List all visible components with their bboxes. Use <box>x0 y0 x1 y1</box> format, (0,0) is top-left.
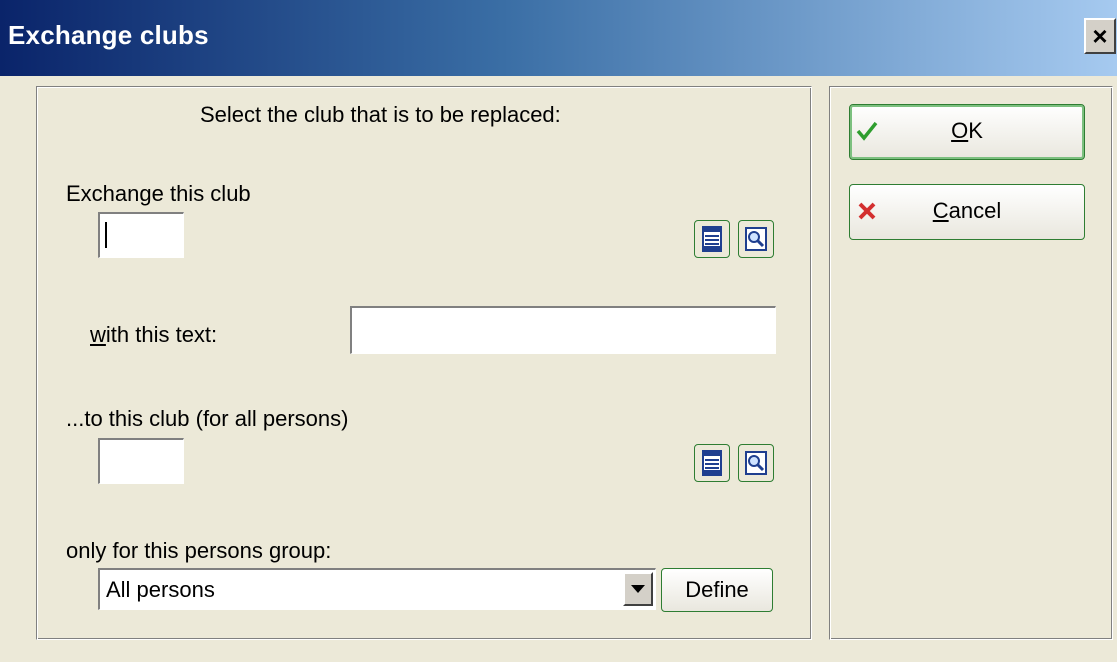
exchange-list-button[interactable] <box>694 220 730 258</box>
chevron-down-icon <box>631 584 645 593</box>
search-icon <box>745 451 767 475</box>
persons-group-label: only for this persons group: <box>66 538 332 563</box>
persons-group-select[interactable]: All persons <box>98 568 656 610</box>
close-icon: × <box>1092 21 1108 51</box>
to-club-list-button[interactable] <box>694 444 730 482</box>
search-icon <box>745 227 767 251</box>
cancel-label: Cancel <box>932 198 1002 223</box>
ok-button[interactable]: OK <box>849 104 1085 160</box>
list-icon <box>702 226 722 252</box>
actions-panel <box>829 86 1113 640</box>
exchange-club-input[interactable] <box>98 212 184 258</box>
dropdown-arrow-button[interactable] <box>623 572 653 606</box>
define-button[interactable]: Define <box>661 568 773 612</box>
with-text-label: with this text: <box>90 322 218 347</box>
exchange-search-button[interactable] <box>738 220 774 258</box>
to-club-search-button[interactable] <box>738 444 774 482</box>
to-club-label: ...to this club (for all persons) <box>66 406 349 431</box>
with-text-input[interactable] <box>350 306 776 354</box>
cancel-button[interactable]: Cancel <box>849 184 1085 240</box>
exchange-club-label: Exchange this club <box>66 181 251 206</box>
persons-group-value: All persons <box>106 577 215 602</box>
ok-label: OK <box>951 118 983 143</box>
title-bar: Exchange clubs <box>0 0 1117 76</box>
close-button[interactable]: × <box>1084 18 1116 54</box>
window-title: Exchange clubs <box>8 20 209 50</box>
form-heading: Select the club that is to be replaced: <box>200 102 561 127</box>
to-club-input[interactable] <box>98 438 184 484</box>
text-caret <box>105 222 107 248</box>
list-icon <box>702 450 722 476</box>
